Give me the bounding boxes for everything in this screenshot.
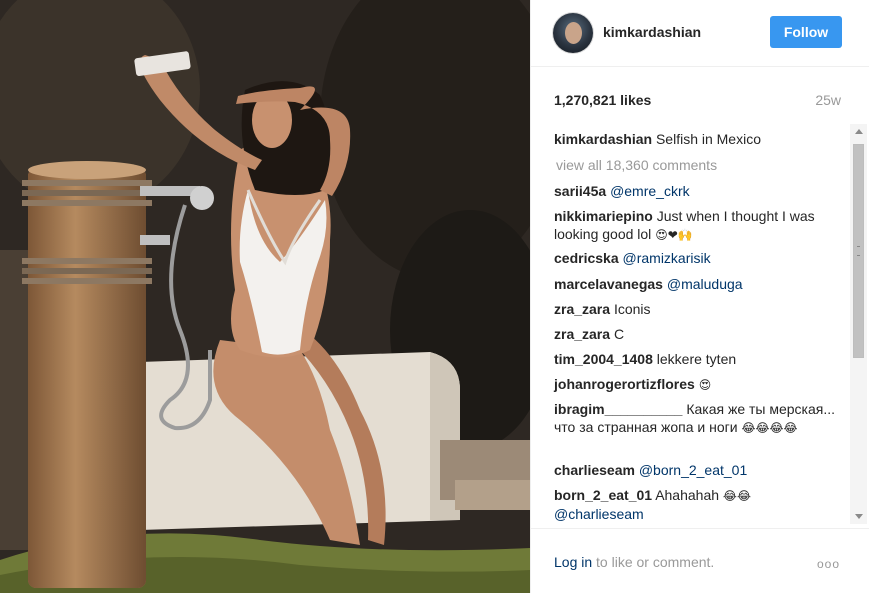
comment-emoji: 😂😂 (722, 489, 751, 503)
comment-emoji: 😍 (698, 378, 712, 392)
comment-text: Iconis (613, 301, 651, 317)
username-link[interactable]: kimkardashian (603, 24, 701, 40)
avatar-face (565, 22, 582, 44)
comment-text: C (613, 326, 625, 342)
post-footer: Log in to like or comment. ooo (531, 528, 869, 594)
comment-username[interactable]: marcelavanegas (554, 276, 663, 292)
post-age[interactable]: 25w (815, 92, 841, 108)
list-item: zra_zara C (554, 325, 839, 343)
comment-text: lekkere tyten (656, 351, 737, 367)
post-header: kimkardashian Follow (531, 0, 869, 67)
comments-list: kimkardashian Selfish in Mexico view all… (531, 124, 869, 524)
comments-scrollbar[interactable] (850, 124, 867, 524)
comment-username[interactable]: born_2_eat_01 (554, 487, 652, 503)
comment-emoji: 😂😂😂😂 (741, 421, 798, 435)
comment-username[interactable]: johanrogerortizflores (554, 376, 695, 392)
post-panel: kimkardashian Follow 1,270,821 likes 25w… (530, 0, 869, 593)
comment-mention[interactable]: @born_2_eat_01 (639, 462, 747, 478)
likes-count[interactable]: 1,270,821 likes (554, 92, 651, 108)
comment-username[interactable]: sarii45a (554, 183, 606, 199)
scroll-up-arrow-icon[interactable] (855, 129, 863, 134)
login-link[interactable]: Log in (554, 554, 592, 570)
comment-username[interactable]: zra_zara (554, 326, 610, 342)
comment-mention[interactable]: @maluduga (667, 276, 743, 292)
follow-button[interactable]: Follow (770, 16, 842, 48)
list-item: charlieseam @born_2_eat_01 (554, 461, 839, 479)
list-item: ibragim__________ Какая же ты мерская...… (554, 400, 839, 437)
list-item: zra_zara Iconis (554, 300, 839, 318)
post-photo (0, 0, 530, 593)
caption-text: Selfish in Mexico (655, 131, 761, 147)
comment-text: Ahahahah (655, 487, 720, 503)
post-caption: kimkardashian Selfish in Mexico (554, 131, 761, 147)
photo-illustration (0, 0, 530, 593)
comment-emoji: 😍❤🙌 (655, 228, 693, 242)
comment-username[interactable]: cedricska (554, 250, 619, 266)
scrollbar-grip-icon (857, 246, 860, 256)
comment-username[interactable]: zra_zara (554, 301, 610, 317)
more-options-icon[interactable]: ooo (817, 557, 840, 571)
list-item: sarii45a @emre_ckrk (554, 182, 839, 200)
comment-username[interactable]: tim_2004_1408 (554, 351, 653, 367)
scroll-down-arrow-icon[interactable] (855, 514, 863, 519)
list-item: marcelavanegas @maluduga (554, 275, 839, 293)
comment-username[interactable]: ibragim__________ (554, 401, 682, 417)
list-item: nikkimariepino Just when I thought I was… (554, 207, 839, 244)
comment-username[interactable]: charlieseam (554, 462, 635, 478)
comment-mention[interactable]: @charlieseam (554, 506, 644, 522)
comment-mention[interactable]: @ramizkarisik (623, 250, 711, 266)
login-prompt-text: to like or comment. (592, 554, 715, 570)
comment-mention[interactable]: @emre_ckrk (610, 183, 690, 199)
list-item: johanrogerortizflores 😍 (554, 375, 839, 394)
profile-avatar[interactable] (553, 13, 593, 53)
comment-username[interactable]: nikkimariepino (554, 208, 653, 224)
list-item: cedricska @ramizkarisik (554, 249, 839, 267)
view-all-comments-link[interactable]: view all 18,360 comments (556, 157, 717, 173)
login-prompt: Log in to like or comment. (554, 554, 714, 570)
list-item: born_2_eat_01 Ahahahah 😂😂 @charlieseam (554, 486, 839, 523)
caption-username[interactable]: kimkardashian (554, 131, 652, 147)
list-item: tim_2004_1408 lekkere tyten (554, 350, 839, 368)
